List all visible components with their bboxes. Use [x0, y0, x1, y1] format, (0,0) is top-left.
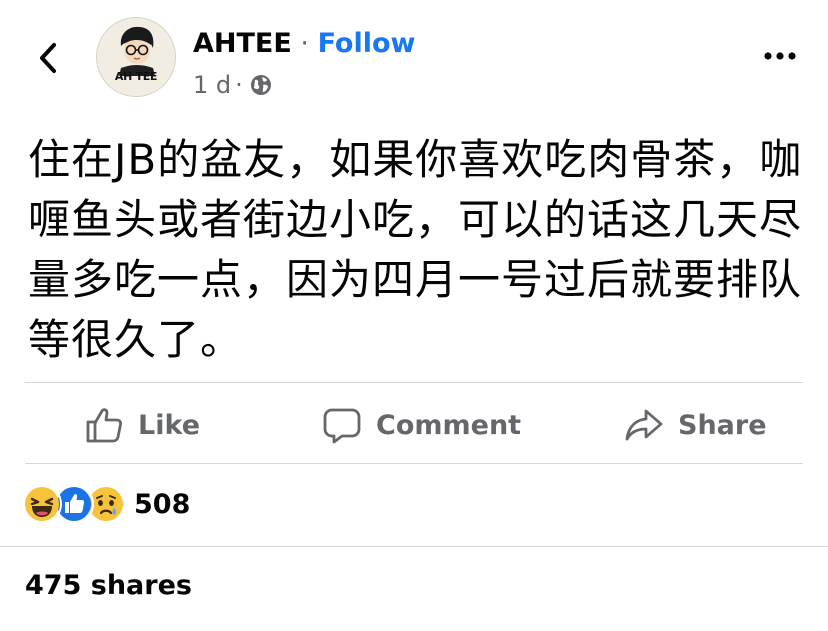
author-name[interactable]: AHTEE — [193, 28, 292, 59]
globe-icon — [249, 73, 273, 97]
share-button[interactable]: Share — [624, 400, 767, 450]
meta-separator: · — [235, 71, 243, 99]
thumbs-up-icon — [86, 408, 122, 443]
follow-button[interactable]: Follow — [318, 28, 416, 59]
like-label: Like — [138, 409, 201, 441]
reaction-count: 508 — [134, 488, 191, 520]
haha-reaction-icon — [22, 484, 62, 524]
post-meta: 1 d · — [193, 70, 273, 100]
comment-bubble-icon — [323, 408, 361, 444]
shares-count[interactable]: 475 shares — [25, 570, 192, 601]
divider — [25, 382, 803, 383]
share-arrow-icon — [625, 409, 663, 441]
like-button[interactable]: Like — [84, 400, 200, 450]
avatar-illustration — [119, 26, 155, 76]
post-timestamp[interactable]: 1 d — [193, 70, 231, 100]
header-separator: · — [291, 28, 318, 59]
avatar[interactable]: AH TEE — [96, 17, 176, 97]
back-button[interactable] — [28, 38, 68, 78]
reactions-summary[interactable]: 508 — [22, 484, 190, 524]
post-body-text: 住在JB的盆友，如果你喜欢吃肉骨茶，咖喱鱼头或者街边小吃，可以的话这几天尽量多吃… — [28, 135, 803, 364]
more-horizontal-icon — [764, 52, 796, 60]
share-label: Share — [678, 409, 767, 441]
divider — [25, 463, 803, 464]
comment-label: Comment — [376, 409, 522, 441]
comment-button[interactable]: Comment — [322, 400, 521, 450]
more-options-button[interactable] — [760, 42, 800, 70]
post-header: AHTEE · Follow — [193, 27, 415, 61]
avatar-logo-text: AH TEE — [114, 70, 158, 83]
divider — [0, 546, 828, 547]
chevron-left-icon — [40, 43, 56, 73]
facebook-post-page: AH TEE AHTEE · Follow 1 d · 住在JB的盆友，如果你喜… — [0, 0, 828, 631]
